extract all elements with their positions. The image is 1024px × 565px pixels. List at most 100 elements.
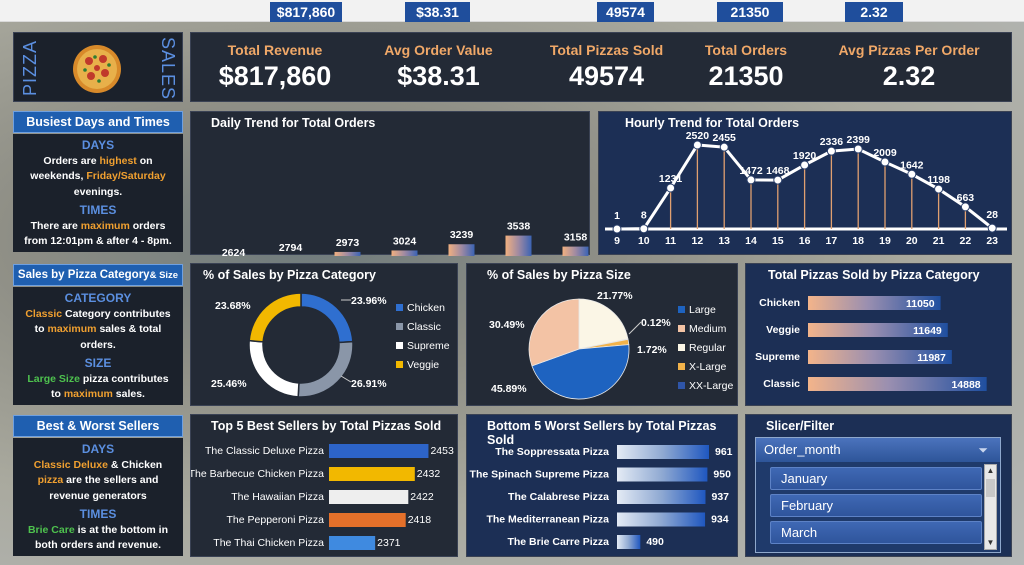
section-title: CATEGORY: [64, 291, 132, 305]
logo-panel: PIZZA SALES: [13, 32, 183, 102]
category-percent-label: 25.46%: [211, 378, 247, 390]
worst-sellers-panel: Bottom 5 Worst Sellers by Total Pizzas S…: [466, 414, 738, 557]
kpi-value: 49574: [568, 61, 645, 91]
slicer-scrollbar[interactable]: ▲ ▼: [984, 464, 997, 550]
worst-seller-tick-label: The Mediterranean Pizza: [486, 514, 609, 526]
logo-text-sales: SALES: [158, 37, 178, 101]
pizzas-by-category-panel: Total Pizzas Sold by Pizza Category Chic…: [745, 263, 1012, 406]
top-cell-avg-pizzas[interactable]: 2.32: [845, 2, 903, 22]
best-seller-data-label: 2432: [417, 468, 441, 480]
clear-filter-icon[interactable]: ⏷: [978, 438, 988, 462]
best-seller-bar: [329, 513, 406, 527]
section-title: TIMES: [79, 507, 117, 521]
legend-label: Chicken: [407, 302, 445, 314]
best-seller-data-label: 2418: [408, 514, 432, 526]
hourly-data-label: 1198: [927, 174, 950, 186]
daily-data-label: 3158: [564, 232, 588, 244]
best-seller-data-label: 2371: [377, 537, 401, 549]
note-line: from 12:01pm & after 4 - 8pm.: [24, 235, 172, 247]
kpi-label: Total Pizzas Sold: [549, 42, 664, 58]
note-line: Orders are highest on: [43, 154, 153, 167]
hourly-data-label: 2520: [686, 130, 710, 142]
hourly-point: [960, 202, 970, 212]
size-percent-label: 45.89%: [491, 383, 527, 395]
legend-label: Supreme: [407, 340, 450, 352]
hourly-tick-label: 19: [879, 235, 891, 247]
best-seller-bar: [329, 467, 415, 481]
hourly-data-label: 1642: [900, 159, 924, 171]
hourly-data-label: 1468: [766, 165, 790, 177]
slicer-item-february[interactable]: February: [770, 494, 982, 517]
note-line: pizza are the sellers and: [37, 474, 159, 486]
hourly-point: [800, 160, 810, 170]
hourly-data-label: 2399: [847, 134, 871, 146]
kpi-label: Avg Pizzas Per Order: [838, 42, 980, 58]
size-percent-label: 21.77%: [597, 290, 633, 302]
hourly-trend-panel: Hourly Trend for Total Orders 1 9 8 10 1231 1…: [598, 111, 1012, 255]
leader-line: [340, 375, 352, 383]
kpi-avg-pizzas-per-order: Avg Pizzas Per Order 2.32: [819, 33, 999, 92]
best-seller-tick-label: The Classic Deluxe Pizza: [205, 445, 324, 457]
category-tick-label: Veggie: [766, 324, 800, 336]
top-cell-aov[interactable]: $38.31: [405, 2, 470, 22]
worst-seller-bar: [617, 490, 706, 504]
note-line: revenue generators: [49, 489, 147, 502]
hourly-tick-label: 21: [933, 235, 945, 247]
category-donut-slice: [248, 339, 300, 398]
hourly-data-label: 2009: [873, 147, 897, 159]
worst-sellers-chart: The Soppressata Pizza 961 The Spinach Supr…: [470, 445, 733, 549]
legend-label: Classic: [407, 321, 441, 333]
category-data-label: 14888: [951, 379, 980, 391]
best-worst-header: Best & Worst Sellers: [13, 415, 183, 437]
category-sales-panel: % of Sales by Pizza Category 23.96% 26.91…: [190, 263, 458, 406]
category-tick-label: Chicken: [759, 297, 800, 309]
hourly-tick-label: 20: [906, 235, 918, 247]
hourly-point: [639, 224, 649, 234]
section-title: DAYS: [81, 138, 115, 152]
category-data-label: 11987: [917, 352, 946, 364]
kpi-value: 2.32: [882, 61, 936, 91]
kpi-label: Total Orders: [704, 42, 788, 58]
hourly-data-label: 663: [957, 192, 975, 204]
best-seller-tick-label: The Pepperoni Pizza: [227, 514, 325, 526]
worst-seller-bar: [617, 467, 708, 482]
slicer-box: Order_month ⏷ January February March ▲ ▼: [755, 437, 1001, 553]
hourly-tick-label: 17: [826, 235, 838, 247]
daily-data-label: 2624: [222, 247, 246, 256]
scroll-up-icon[interactable]: ▲: [985, 465, 996, 477]
hourly-data-label: 1920: [793, 150, 817, 162]
pizza-icon: [73, 45, 121, 93]
top-cell-revenue[interactable]: $817,860: [270, 2, 342, 22]
top-cell-orders[interactable]: 21350: [717, 2, 783, 22]
slicer-field-name: Order_month: [764, 442, 841, 457]
worst-seller-data-label: 490: [646, 536, 664, 548]
pizzas-by-category-chart: Chicken 11050 Veggie 11649 Supreme 11987 Class…: [755, 296, 987, 391]
daily-data-label: 3538: [507, 221, 531, 233]
category-data-label: 11050: [906, 298, 935, 310]
size-percent-label: 30.49%: [489, 319, 525, 331]
legend-swatch: [396, 342, 403, 349]
hourly-point: [612, 224, 622, 234]
scroll-down-icon[interactable]: ▼: [985, 537, 996, 549]
slicer-item-march[interactable]: March: [770, 521, 982, 544]
hourly-point: [746, 175, 756, 185]
legend-swatch: [396, 323, 403, 330]
category-percent-label: 23.68%: [215, 300, 251, 312]
section-title: TIMES: [79, 203, 117, 217]
hourly-point: [853, 144, 863, 154]
kpi-total-orders: Total Orders 21350: [681, 33, 811, 92]
top-sellers-chart: The Classic Deluxe Pizza 2453 The Barbecue…: [191, 444, 454, 550]
hourly-data-label: 1231: [659, 173, 683, 185]
legend-swatch: [678, 325, 685, 332]
worst-seller-tick-label: The Spinach Supreme Pizza: [470, 469, 610, 481]
slicer-item-january[interactable]: January: [770, 467, 982, 490]
hourly-tick-label: 23: [986, 235, 998, 247]
hourly-tick-label: 10: [638, 235, 650, 247]
scroll-thumb[interactable]: [986, 479, 995, 497]
note-line: both orders and revenue.: [34, 539, 162, 551]
worst-seller-bar: [617, 535, 641, 549]
daily-bar: [448, 244, 475, 256]
busiest-days-box: DAYS Orders are highest on weekends, Fri…: [13, 134, 183, 252]
top-cell-pizzas[interactable]: 49574: [597, 2, 654, 22]
size-percent-label: 0.12%: [641, 317, 671, 329]
